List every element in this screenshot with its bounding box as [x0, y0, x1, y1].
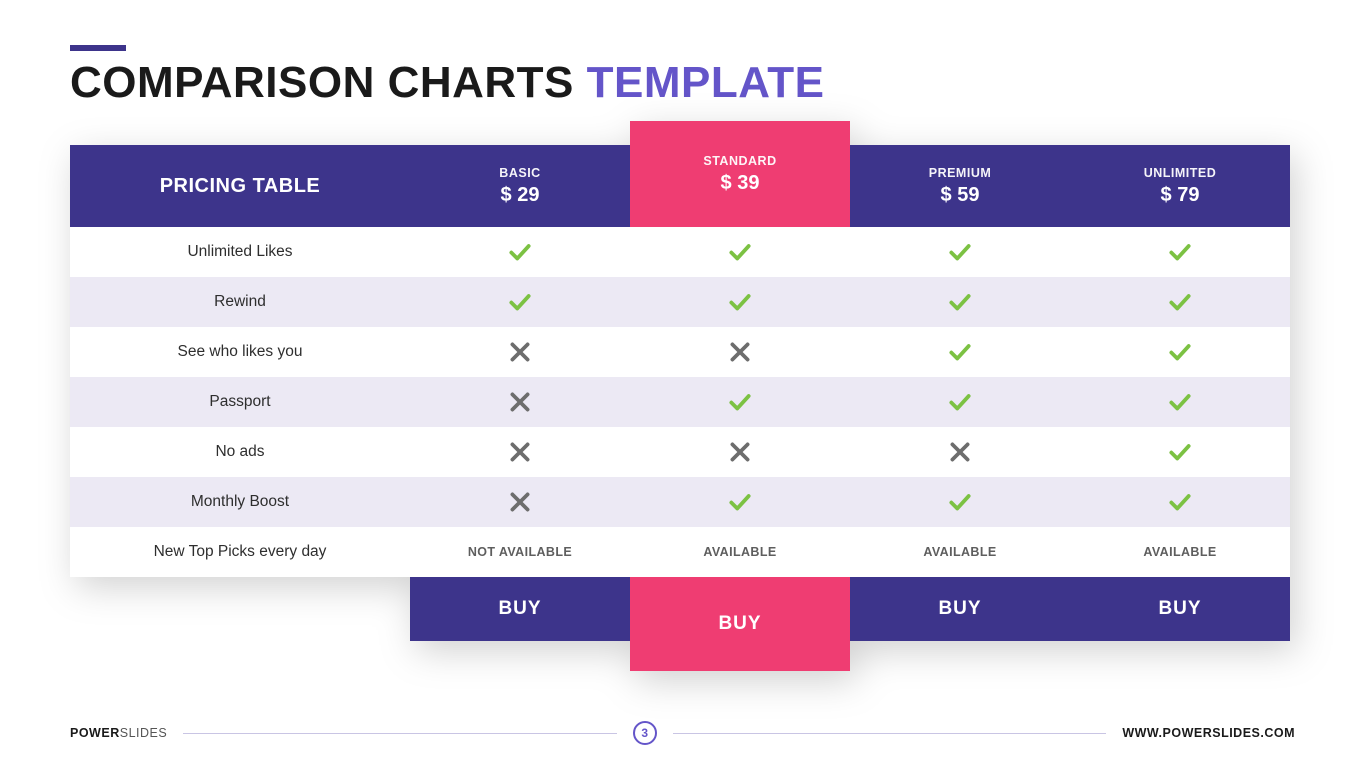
feature-cell	[630, 277, 850, 327]
feature-label: Monthly Boost	[70, 477, 410, 527]
feature-cell	[850, 377, 1070, 427]
check-icon	[1167, 239, 1193, 265]
feature-cell	[630, 427, 850, 477]
feature-cell	[1070, 477, 1290, 527]
cross-icon	[727, 439, 753, 465]
footer-brand-2: SLIDES	[120, 726, 167, 740]
check-icon	[947, 339, 973, 365]
feature-cell	[630, 227, 850, 277]
feature-cell: NOT AVAILABLE	[410, 527, 630, 577]
status-text: AVAILABLE	[703, 545, 776, 559]
buy-button-unlimited[interactable]: BUY	[1070, 577, 1290, 641]
check-icon	[727, 239, 753, 265]
cross-icon	[507, 389, 533, 415]
page-title-part2: TEMPLATE	[587, 58, 825, 107]
plan-header-unlimited: UNLIMITED $ 79	[1070, 145, 1290, 227]
pricing-header-label: PRICING TABLE	[70, 145, 410, 227]
status-text: NOT AVAILABLE	[468, 545, 572, 559]
status-text: AVAILABLE	[923, 545, 996, 559]
feature-cell: AVAILABLE	[630, 527, 850, 577]
buy-button-basic[interactable]: BUY	[410, 577, 630, 641]
status-text: AVAILABLE	[1143, 545, 1216, 559]
feature-cell	[1070, 427, 1290, 477]
check-icon	[507, 239, 533, 265]
check-icon	[1167, 389, 1193, 415]
check-icon	[947, 239, 973, 265]
buy-button-premium[interactable]: BUY	[850, 577, 1070, 641]
buy-row-spacer	[70, 577, 410, 641]
buy-button-standard[interactable]: BUY	[630, 577, 850, 671]
footer-brand: POWERSLIDES	[70, 726, 167, 740]
feature-label: Passport	[70, 377, 410, 427]
feature-cell	[850, 477, 1070, 527]
slide-footer: POWERSLIDES 3 WWW.POWERSLIDES.COM	[70, 721, 1295, 745]
feature-cell	[410, 377, 630, 427]
feature-cell	[1070, 377, 1290, 427]
check-icon	[507, 289, 533, 315]
feature-cell	[630, 327, 850, 377]
feature-cell	[630, 477, 850, 527]
feature-label: Rewind	[70, 277, 410, 327]
feature-cell	[410, 427, 630, 477]
feature-cell: AVAILABLE	[850, 527, 1070, 577]
pricing-table: PRICING TABLE BASIC $ 29 STANDARD $ 39 P…	[70, 145, 1290, 641]
cross-icon	[507, 489, 533, 515]
title-accent-bar	[70, 45, 126, 51]
cross-icon	[727, 339, 753, 365]
plan-header-standard: STANDARD $ 39	[630, 121, 850, 227]
feature-cell	[410, 277, 630, 327]
plan-header-basic: BASIC $ 29	[410, 145, 630, 227]
page-number: 3	[633, 721, 657, 745]
check-icon	[1167, 289, 1193, 315]
footer-rule-left	[183, 733, 617, 734]
feature-cell	[850, 327, 1070, 377]
feature-cell	[410, 227, 630, 277]
check-icon	[947, 389, 973, 415]
feature-cell: AVAILABLE	[1070, 527, 1290, 577]
check-icon	[947, 289, 973, 315]
page-title: COMPARISON CHARTS TEMPLATE	[70, 59, 1295, 107]
check-icon	[1167, 439, 1193, 465]
feature-label: No ads	[70, 427, 410, 477]
feature-cell	[850, 277, 1070, 327]
footer-url: WWW.POWERSLIDES.COM	[1122, 726, 1295, 740]
feature-cell	[410, 327, 630, 377]
feature-cell	[850, 427, 1070, 477]
feature-cell	[1070, 327, 1290, 377]
feature-cell	[410, 477, 630, 527]
plan-header-premium: PREMIUM $ 59	[850, 145, 1070, 227]
feature-cell	[1070, 277, 1290, 327]
cross-icon	[507, 339, 533, 365]
footer-rule-right	[673, 733, 1107, 734]
feature-label: New Top Picks every day	[70, 527, 410, 577]
check-icon	[727, 389, 753, 415]
check-icon	[727, 489, 753, 515]
footer-brand-1: POWER	[70, 726, 120, 740]
feature-cell	[630, 377, 850, 427]
page-title-part1: COMPARISON CHARTS	[70, 58, 587, 107]
check-icon	[727, 289, 753, 315]
cross-icon	[507, 439, 533, 465]
cross-icon	[947, 439, 973, 465]
feature-label: See who likes you	[70, 327, 410, 377]
feature-label: Unlimited Likes	[70, 227, 410, 277]
feature-cell	[850, 227, 1070, 277]
check-icon	[947, 489, 973, 515]
feature-cell	[1070, 227, 1290, 277]
check-icon	[1167, 339, 1193, 365]
check-icon	[1167, 489, 1193, 515]
